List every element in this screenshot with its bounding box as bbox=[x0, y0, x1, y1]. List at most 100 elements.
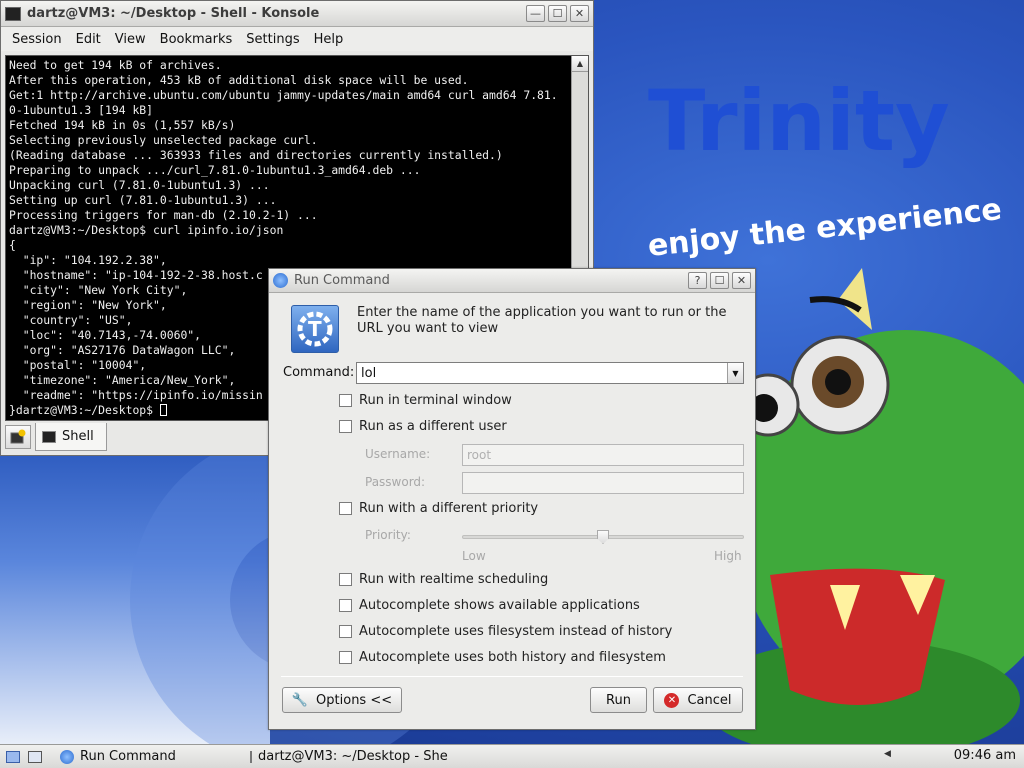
run-as-user-label: Run as a different user bbox=[359, 419, 507, 434]
help-button[interactable]: ? bbox=[688, 272, 707, 289]
show-desktop-icon[interactable] bbox=[4, 748, 22, 766]
autocomplete-both-option[interactable]: Autocomplete uses both history and files… bbox=[339, 650, 666, 665]
terminal-line: dartz@VM3:~/Desktop$ curl ipinfo.io/json bbox=[9, 223, 284, 237]
priority-label: Priority: bbox=[365, 528, 411, 542]
autocomplete-fs-checkbox[interactable] bbox=[339, 625, 352, 638]
run-command-app-icon[interactable] bbox=[273, 273, 288, 288]
tab-shell[interactable]: Shell bbox=[35, 423, 107, 451]
close-button[interactable]: ✕ bbox=[732, 272, 751, 289]
dialog-title: Run Command bbox=[294, 273, 390, 288]
priority-high-label: High bbox=[714, 549, 742, 563]
run-button[interactable]: Run bbox=[590, 687, 647, 713]
scroll-up-arrow-icon[interactable]: ▲ bbox=[572, 56, 588, 72]
command-input[interactable]: lol ▼ bbox=[356, 362, 744, 384]
svg-text:T: T bbox=[308, 317, 322, 341]
terminal-app-icon[interactable] bbox=[5, 6, 21, 21]
konsole-titlebar[interactable]: dartz@VM3: ~/Desktop - Shell - Konsole —… bbox=[1, 1, 593, 27]
autocomplete-apps-checkbox[interactable] bbox=[339, 599, 352, 612]
terminal-line: 0-1ubuntu1.3 [194 kB] bbox=[9, 103, 154, 117]
terminal-line: Need to get 194 kB of archives. bbox=[9, 58, 222, 72]
terminal-line: { bbox=[9, 238, 16, 252]
menu-bookmarks[interactable]: Bookmarks bbox=[153, 32, 240, 47]
minimize-button[interactable]: — bbox=[526, 5, 545, 22]
terminal-line: "city": "New York City", bbox=[9, 283, 188, 297]
clock[interactable]: 09:46 am bbox=[954, 748, 1016, 763]
autocomplete-fs-option[interactable]: Autocomplete uses filesystem instead of … bbox=[339, 624, 672, 639]
wallpaper-tagline: enjoy the experience bbox=[646, 192, 1003, 264]
taskbar-task-konsole[interactable]: dartz@VM3: ~/Desktop - She bbox=[244, 746, 449, 768]
cancel-button[interactable]: ✕ Cancel bbox=[653, 687, 743, 713]
autocomplete-both-label: Autocomplete uses both history and files… bbox=[359, 650, 666, 665]
chevron-down-icon[interactable]: ▼ bbox=[727, 363, 743, 383]
options-button-label: Options << bbox=[316, 692, 393, 708]
terminal-line: "loc": "40.7143,-74.0060", bbox=[9, 328, 202, 342]
terminal-line: Processing triggers for man-db (2.10.2-1… bbox=[9, 208, 318, 222]
username-label: Username: bbox=[365, 447, 431, 461]
realtime-option[interactable]: Run with realtime scheduling bbox=[339, 572, 548, 587]
task-run-command-label: Run Command bbox=[80, 749, 176, 764]
trinity-logo-text: Trinity bbox=[648, 72, 950, 170]
tray-expand-arrow-icon[interactable]: ◀ bbox=[884, 749, 891, 759]
menu-edit[interactable]: Edit bbox=[69, 32, 108, 47]
run-button-label: Run bbox=[606, 692, 631, 708]
priority-slider-handle bbox=[597, 530, 609, 544]
menu-settings[interactable]: Settings bbox=[239, 32, 306, 47]
options-button[interactable]: 🔧 Options << bbox=[282, 687, 402, 713]
username-field: root bbox=[462, 444, 744, 466]
konsole-tabbar: Shell bbox=[5, 423, 107, 451]
terminal-line: Get:1 http://archive.ubuntu.com/ubuntu j… bbox=[9, 88, 558, 102]
dialog-separator bbox=[281, 676, 743, 677]
run-as-user-checkbox[interactable] bbox=[339, 420, 352, 433]
autocomplete-apps-option[interactable]: Autocomplete shows available application… bbox=[339, 598, 640, 613]
maximize-button[interactable]: ☐ bbox=[548, 5, 567, 22]
task-konsole-label: dartz@VM3: ~/Desktop - She bbox=[258, 749, 448, 764]
trinity-logo: Trinity bbox=[648, 72, 950, 170]
trinity-gear-icon: T bbox=[291, 305, 339, 353]
terminal-line: "hostname": "ip-104-192-2-38.host.c bbox=[9, 268, 263, 282]
password-label: Password: bbox=[365, 475, 426, 489]
command-label: Command: bbox=[283, 365, 355, 380]
run-in-terminal-checkbox[interactable] bbox=[339, 394, 352, 407]
taskbar-task-run-command[interactable]: Run Command bbox=[54, 746, 244, 768]
terminal-line: "postal": "10004", bbox=[9, 358, 147, 372]
terminal-line: "org": "AS27176 DataWagon LLC", bbox=[9, 343, 236, 357]
terminal-line: Unpacking curl (7.81.0-1ubuntu1.3) ... bbox=[9, 178, 270, 192]
close-button[interactable]: ✕ bbox=[570, 5, 589, 22]
autocomplete-apps-label: Autocomplete shows available application… bbox=[359, 598, 640, 613]
menubar: Session Edit View Bookmarks Settings Hel… bbox=[1, 27, 593, 51]
maximize-button[interactable]: ☐ bbox=[710, 272, 729, 289]
run-in-terminal-label: Run in terminal window bbox=[359, 393, 512, 408]
terminal-line: After this operation, 453 kB of addition… bbox=[9, 73, 469, 87]
run-command-icon bbox=[60, 749, 74, 764]
terminal-line: (Reading database ... 363933 files and d… bbox=[9, 148, 503, 162]
new-tab-button[interactable] bbox=[5, 425, 31, 449]
menu-view[interactable]: View bbox=[108, 32, 153, 47]
terminal-line: Setting up curl (7.81.0-1ubuntu1.3) ... bbox=[9, 193, 277, 207]
priority-low-label: Low bbox=[462, 549, 486, 563]
realtime-checkbox[interactable] bbox=[339, 573, 352, 586]
dialog-titlebar[interactable]: Run Command ? ☐ ✕ bbox=[269, 269, 755, 293]
username-value: root bbox=[467, 448, 492, 462]
cancel-icon: ✕ bbox=[664, 692, 680, 708]
new-session-icon bbox=[10, 429, 26, 444]
autocomplete-both-checkbox[interactable] bbox=[339, 651, 352, 664]
terminal-line: Preparing to unpack .../curl_7.81.0-1ubu… bbox=[9, 163, 421, 177]
window-title: dartz@VM3: ~/Desktop - Shell - Konsole bbox=[27, 6, 320, 21]
run-as-user-option[interactable]: Run as a different user bbox=[339, 419, 507, 434]
wrench-icon: 🔧 bbox=[291, 692, 309, 708]
command-value[interactable]: lol bbox=[361, 366, 376, 381]
terminal-prompt-line: }dartz@VM3:~/Desktop$ bbox=[9, 403, 160, 417]
taskbar: Run Command dartz@VM3: ~/Desktop - She ◀… bbox=[0, 744, 1024, 768]
realtime-label: Run with realtime scheduling bbox=[359, 572, 549, 587]
tab-shell-label: Shell bbox=[62, 429, 94, 444]
run-in-terminal-option[interactable]: Run in terminal window bbox=[339, 393, 512, 408]
menu-help[interactable]: Help bbox=[307, 32, 351, 47]
desktop-pager-icon[interactable] bbox=[26, 748, 44, 766]
password-field bbox=[462, 472, 744, 494]
menu-session[interactable]: Session bbox=[5, 32, 69, 47]
run-with-priority-checkbox[interactable] bbox=[339, 502, 352, 515]
run-with-priority-option[interactable]: Run with a different priority bbox=[339, 501, 538, 516]
terminal-icon bbox=[250, 750, 252, 763]
terminal-line: Selecting previously unselected package … bbox=[9, 133, 318, 147]
terminal-tab-icon bbox=[42, 430, 56, 443]
